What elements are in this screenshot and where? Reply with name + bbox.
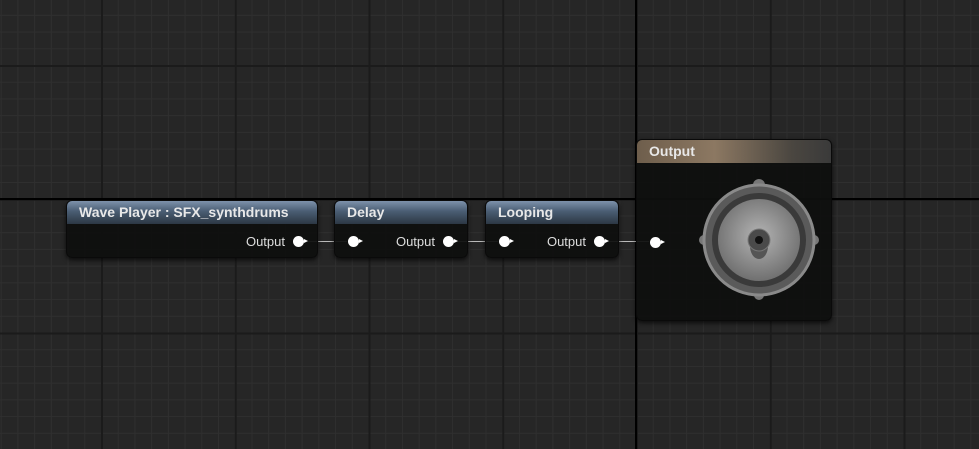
input-pin-icon[interactable] bbox=[650, 236, 665, 248]
node-title: Looping bbox=[486, 201, 618, 224]
looping-node[interactable]: Looping Output bbox=[485, 200, 619, 258]
wave-player-node[interactable]: Wave Player : SFX_synthdrums Output bbox=[66, 200, 318, 258]
output-node[interactable]: Output bbox=[636, 139, 832, 321]
output-pin-label: Output bbox=[395, 233, 435, 249]
output-pin-row: Output bbox=[395, 233, 458, 249]
output-pin-icon[interactable] bbox=[594, 235, 609, 247]
output-pin-row: Output bbox=[546, 233, 609, 249]
output-pin-icon[interactable] bbox=[293, 235, 308, 247]
node-title: Output bbox=[637, 140, 831, 163]
input-pin-icon[interactable] bbox=[499, 235, 514, 247]
input-pin-row bbox=[499, 233, 514, 249]
output-pin-row: Output bbox=[245, 233, 308, 249]
output-pin-label: Output bbox=[546, 233, 586, 249]
node-title: Delay bbox=[335, 201, 467, 224]
output-pin-icon[interactable] bbox=[443, 235, 458, 247]
delay-node[interactable]: Delay Output bbox=[334, 200, 468, 258]
input-pin-icon[interactable] bbox=[348, 235, 363, 247]
output-pin-label: Output bbox=[245, 233, 285, 249]
input-pin-row bbox=[348, 233, 363, 249]
input-pin-row bbox=[650, 234, 665, 250]
speaker-icon bbox=[699, 179, 819, 300]
node-title: Wave Player : SFX_synthdrums bbox=[67, 201, 317, 224]
